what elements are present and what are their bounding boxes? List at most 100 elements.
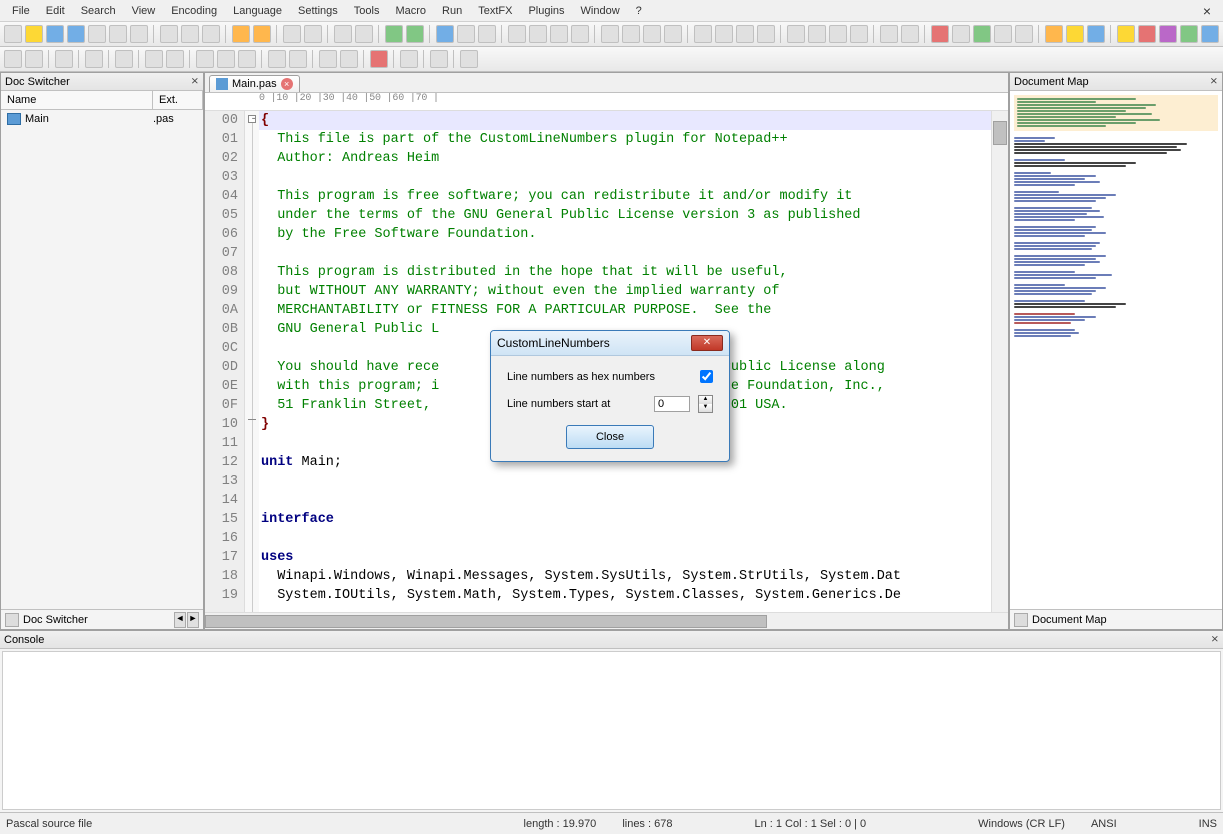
tb2-p[interactable] [400, 50, 418, 68]
wordwrap-icon[interactable] [436, 25, 454, 43]
zoom-in-icon[interactable] [334, 25, 352, 43]
horizontal-scrollbar[interactable] [205, 612, 1008, 629]
close-icon[interactable] [88, 25, 106, 43]
cut-icon[interactable] [160, 25, 178, 43]
tb2-g[interactable] [166, 50, 184, 68]
tb-icon-i[interactable] [787, 25, 805, 43]
menu-help[interactable]: ? [628, 3, 650, 19]
tb-icon-c[interactable] [643, 25, 661, 43]
tab-main[interactable]: Main.pas × [209, 75, 300, 92]
menu-window[interactable]: Window [573, 3, 628, 19]
tb2-n[interactable] [340, 50, 358, 68]
split-right-icon[interactable]: ► [187, 612, 199, 628]
col-ext[interactable]: Ext. [153, 91, 203, 109]
find-icon[interactable] [283, 25, 301, 43]
menu-run[interactable]: Run [434, 3, 470, 19]
plugin5-icon[interactable] [1138, 25, 1156, 43]
menu-textfx[interactable]: TextFX [470, 3, 520, 19]
tb2-e[interactable] [115, 50, 133, 68]
indent-guide-icon[interactable] [478, 25, 496, 43]
menu-edit[interactable]: Edit [38, 3, 73, 19]
app-close-button[interactable]: × [1195, 1, 1219, 21]
plugin1-icon[interactable] [1045, 25, 1063, 43]
new-file-icon[interactable] [4, 25, 22, 43]
stop-macro-icon[interactable] [952, 25, 970, 43]
all-chars-icon[interactable] [457, 25, 475, 43]
record-macro-icon[interactable] [931, 25, 949, 43]
fold-margin[interactable] [245, 111, 259, 612]
menu-settings[interactable]: Settings [290, 3, 346, 19]
start-at-spinner[interactable]: ▲▼ [698, 395, 713, 413]
open-file-icon[interactable] [25, 25, 43, 43]
tb2-h[interactable] [196, 50, 214, 68]
tb2-f[interactable] [145, 50, 163, 68]
menu-search[interactable]: Search [73, 3, 124, 19]
tb-icon-h[interactable] [757, 25, 775, 43]
docmap-canvas[interactable] [1010, 91, 1222, 609]
func-list-icon[interactable] [550, 25, 568, 43]
menu-language[interactable]: Language [225, 3, 290, 19]
tb-icon-n[interactable] [901, 25, 919, 43]
vertical-scrollbar[interactable] [991, 111, 1008, 612]
tb2-j[interactable] [238, 50, 256, 68]
docmap-footer-icon[interactable] [1014, 613, 1028, 627]
undo-icon[interactable] [232, 25, 250, 43]
save-all-icon[interactable] [67, 25, 85, 43]
doc-row[interactable]: Main .pas [1, 110, 203, 128]
menu-macro[interactable]: Macro [387, 3, 434, 19]
paste-icon[interactable] [202, 25, 220, 43]
plugin2-icon[interactable] [1066, 25, 1084, 43]
tb2-d[interactable] [85, 50, 103, 68]
menu-encoding[interactable]: Encoding [163, 3, 225, 19]
tb-icon-f[interactable] [715, 25, 733, 43]
tb2-q[interactable] [430, 50, 448, 68]
plugin3-icon[interactable] [1087, 25, 1105, 43]
tb-icon-g[interactable] [736, 25, 754, 43]
tb2-b[interactable] [25, 50, 43, 68]
doc-switcher-close-icon[interactable]: ⨯ [191, 76, 199, 87]
fast-macro-icon[interactable] [994, 25, 1012, 43]
tb2-l[interactable] [289, 50, 307, 68]
tb-icon-b[interactable] [622, 25, 640, 43]
redo-icon[interactable] [253, 25, 271, 43]
tb2-a[interactable] [4, 50, 22, 68]
zoom-out-icon[interactable] [355, 25, 373, 43]
play-macro-icon[interactable] [973, 25, 991, 43]
folder-icon[interactable] [571, 25, 589, 43]
col-name[interactable]: Name [1, 91, 153, 109]
tb-icon-l[interactable] [850, 25, 868, 43]
console-output[interactable] [2, 651, 1221, 810]
tb2-r[interactable] [460, 50, 478, 68]
tb-icon-j[interactable] [808, 25, 826, 43]
plugin8-icon[interactable] [1201, 25, 1219, 43]
tb2-c[interactable] [55, 50, 73, 68]
close-all-icon[interactable] [109, 25, 127, 43]
menu-tools[interactable]: Tools [346, 3, 388, 19]
tb-icon-m[interactable] [880, 25, 898, 43]
start-at-input[interactable] [654, 396, 690, 412]
replace-icon[interactable] [304, 25, 322, 43]
plugin7-icon[interactable] [1180, 25, 1198, 43]
doc-map-icon[interactable] [529, 25, 547, 43]
sync-h-icon[interactable] [406, 25, 424, 43]
print-icon[interactable] [130, 25, 148, 43]
tb2-k[interactable] [268, 50, 286, 68]
spinner-down-icon[interactable]: ▼ [699, 404, 712, 412]
plugin6-icon[interactable] [1159, 25, 1177, 43]
dialog-close-button[interactable]: ✕ [691, 335, 723, 351]
dialog-close-action-button[interactable]: Close [566, 425, 654, 449]
hex-checkbox[interactable] [700, 370, 713, 383]
tb2-o[interactable] [370, 50, 388, 68]
copy-icon[interactable] [181, 25, 199, 43]
lang-icon[interactable] [508, 25, 526, 43]
tb2-m[interactable] [319, 50, 337, 68]
save-macro-icon[interactable] [1015, 25, 1033, 43]
spinner-up-icon[interactable]: ▲ [699, 396, 712, 404]
docmap-close-icon[interactable]: ⨯ [1210, 76, 1218, 87]
menu-plugins[interactable]: Plugins [520, 3, 572, 19]
tb-icon-d[interactable] [664, 25, 682, 43]
sync-v-icon[interactable] [385, 25, 403, 43]
menu-file[interactable]: File [4, 3, 38, 19]
console-close-icon[interactable]: ⨯ [1211, 634, 1219, 645]
tb-icon-e[interactable] [694, 25, 712, 43]
